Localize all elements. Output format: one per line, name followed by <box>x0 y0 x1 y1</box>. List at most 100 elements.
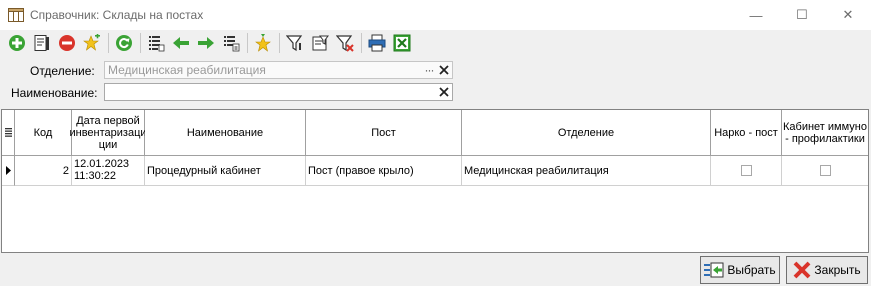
cell-text: 11:30:22 <box>74 170 117 182</box>
ellipsis-icon[interactable]: ··· <box>422 63 436 77</box>
table-cell-post[interactable]: Пост (правое крыло) <box>306 156 462 186</box>
filter-edit-button[interactable] <box>309 32 331 54</box>
name-label: Наименование: <box>11 86 98 100</box>
column-header-label: Код <box>33 126 53 139</box>
toolbar <box>0 30 871 56</box>
column-header-name[interactable]: Наименование <box>145 110 306 156</box>
list-settings-button[interactable] <box>145 32 167 54</box>
clear-name-button[interactable] <box>436 84 452 100</box>
close-button-label: Закрыть <box>814 263 861 277</box>
arrow-left-icon <box>173 37 189 49</box>
toolbar-separator <box>247 33 248 53</box>
close-button[interactable]: Закрыть <box>786 256 868 284</box>
select-icon <box>704 262 724 278</box>
grid-menu-icon <box>4 128 12 137</box>
toolbar-separator <box>140 33 141 53</box>
toolbar-separator <box>108 33 109 53</box>
refresh-button[interactable] <box>113 32 135 54</box>
column-header-date[interactable]: Дата первой инвентаризаци ции <box>69 110 147 156</box>
table-cell-date[interactable]: 12.01.2023 11:30:22 <box>72 156 145 186</box>
favorites-button[interactable] <box>252 32 274 54</box>
department-value: Медицинская реабилитация <box>108 63 266 77</box>
delete-button[interactable] <box>56 32 78 54</box>
data-grid[interactable]: Код Дата первой инвентаризаци ции Наименов… <box>1 109 869 253</box>
filter-edit-icon <box>312 35 329 51</box>
cell-text: Процедурный кабинет <box>147 164 261 177</box>
clear-icon <box>439 87 449 97</box>
header-line: Дата первой <box>76 114 140 127</box>
filter-clear-button[interactable] <box>334 32 356 54</box>
column-header-code[interactable]: Код <box>15 110 72 156</box>
arrow-right-icon <box>198 37 214 49</box>
add-button[interactable] <box>6 32 28 54</box>
filter-icon <box>286 35 303 52</box>
toolbar-separator <box>279 33 280 53</box>
add-favorite-button[interactable] <box>81 32 103 54</box>
filter-button[interactable] <box>284 32 306 54</box>
delete-icon <box>59 35 75 51</box>
row-indicator[interactable] <box>2 156 15 186</box>
cell-text: 2 <box>62 164 69 177</box>
cell-text: Медицинская реабилитация <box>464 164 609 177</box>
immuno-cabinet-checkbox[interactable] <box>819 165 831 176</box>
column-header-label: Пост <box>371 126 396 139</box>
window-title: Справочник: Склады на постах <box>30 8 204 22</box>
maximize-icon: ☐ <box>796 7 808 22</box>
column-header-label: Отделение <box>557 126 615 139</box>
name-field[interactable] <box>104 83 453 101</box>
table-cell-immuno-cabinet[interactable] <box>782 156 868 186</box>
table-cell-department[interactable]: Медицинская реабилитация <box>462 156 711 186</box>
toolbar-separator <box>361 33 362 53</box>
favorites-icon <box>255 34 271 52</box>
header-line: ции <box>98 138 118 151</box>
list-export-icon <box>224 36 240 52</box>
column-header-label: Нарко - пост <box>714 126 778 139</box>
department-field[interactable]: Медицинская реабилитация ··· <box>104 61 453 79</box>
filter-clear-icon <box>336 35 354 52</box>
table-cell-name[interactable]: Процедурный кабинет <box>145 156 306 186</box>
edit-button[interactable] <box>31 32 53 54</box>
print-button[interactable] <box>366 32 388 54</box>
list-export-button[interactable] <box>220 32 242 54</box>
column-header-label: Дата первой инвентаризаци ции <box>69 115 146 151</box>
column-header-narco-post[interactable]: Нарко - пост <box>711 110 782 156</box>
move-right-button[interactable] <box>195 32 217 54</box>
column-header-label: Наименование <box>186 126 264 139</box>
table-cell-narco-post[interactable] <box>711 156 782 186</box>
select-button[interactable]: Выбрать <box>700 256 780 284</box>
refresh-icon <box>116 35 132 51</box>
table-icon <box>8 8 24 22</box>
grid-menu-header[interactable] <box>2 110 15 156</box>
column-header-label: Кабинет иммуно - профилактики <box>783 121 867 145</box>
close-icon <box>793 261 811 279</box>
maximize-button[interactable]: ☐ <box>779 0 825 30</box>
cell-text: Пост (правое крыло) <box>308 164 414 177</box>
excel-export-button[interactable] <box>391 32 413 54</box>
list-settings-icon <box>149 36 165 52</box>
edit-icon <box>34 35 49 51</box>
header-line: Кабинет иммуно <box>783 120 867 133</box>
clear-department-button[interactable] <box>436 62 452 78</box>
header-line: инвентаризаци <box>69 126 147 139</box>
select-button-label: Выбрать <box>727 263 776 277</box>
print-icon <box>368 34 386 52</box>
close-icon: ✕ <box>842 7 854 22</box>
current-row-icon <box>5 166 11 175</box>
clear-icon <box>439 65 449 75</box>
minimize-button[interactable]: — <box>733 0 779 30</box>
move-left-button[interactable] <box>170 32 192 54</box>
column-header-post[interactable]: Пост <box>306 110 462 156</box>
title-bar: Справочник: Склады на постах — ☐ ✕ <box>0 0 871 30</box>
column-header-immuno-cabinet[interactable]: Кабинет иммуно - профилактики <box>782 110 868 156</box>
add-icon <box>9 35 25 51</box>
cell-text: 12.01.2023 <box>74 158 130 170</box>
column-header-department[interactable]: Отделение <box>462 110 711 156</box>
close-window-button[interactable]: ✕ <box>825 0 871 30</box>
minimize-icon: — <box>749 7 763 23</box>
narco-post-checkbox[interactable] <box>740 165 752 176</box>
table-cell-code[interactable]: 2 <box>15 156 72 186</box>
department-label: Отделение: <box>30 64 95 78</box>
header-line: - профилактики <box>785 132 865 145</box>
excel-icon <box>393 34 411 52</box>
add-favorite-icon <box>83 34 100 51</box>
